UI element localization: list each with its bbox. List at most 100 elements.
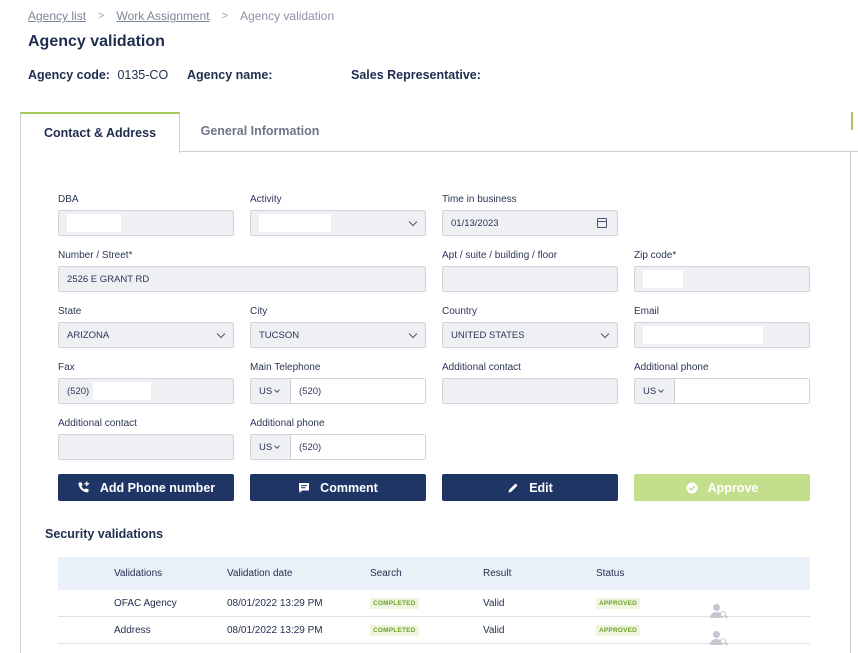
additional-phone-input[interactable]: US [634, 378, 810, 404]
approve-button[interactable]: Approve [634, 474, 810, 501]
panel-border [20, 152, 21, 653]
street-input[interactable]: 2526 E GRANT RD [58, 266, 426, 292]
redacted-value [643, 270, 683, 288]
add-phone-number-button[interactable]: Add Phone number [58, 474, 234, 501]
additional-phone-field: Additional phone US (520) [250, 418, 426, 460]
street-label: Number / Street* [58, 250, 133, 261]
fax-value: (520) [67, 385, 90, 397]
comment-button[interactable]: Comment [250, 474, 426, 501]
add-phone-number-label: Add Phone number [99, 480, 216, 495]
apt-input[interactable] [442, 266, 618, 292]
status-badge: APPROVED [596, 625, 641, 636]
sales-representative-label: Sales Representative: [351, 68, 481, 82]
search-status-badge: COMPLETED [370, 625, 419, 636]
breadcrumb-work-assignment[interactable]: Work Assignment [116, 9, 209, 23]
email-field: Email [634, 306, 810, 348]
column-header: Result [483, 568, 512, 579]
activity-field: Activity [250, 194, 426, 236]
city-select[interactable]: TUCSON [250, 322, 426, 348]
panel-border [850, 152, 851, 653]
email-input[interactable] [634, 322, 810, 348]
phone-add-icon [77, 481, 90, 494]
pencil-icon [507, 482, 519, 494]
column-header: Status [596, 568, 625, 579]
activity-select[interactable] [250, 210, 426, 236]
check-circle-icon [686, 482, 698, 494]
phone-number: (520) [291, 435, 425, 459]
agency-name: Agency name: [187, 68, 272, 82]
validation-name: Address [114, 624, 151, 636]
apt-label: Apt / suite / building / floor [442, 250, 558, 261]
zip-label: Zip code* [634, 250, 677, 261]
email-label: Email [634, 306, 660, 317]
country-select[interactable]: UNITED STATES [442, 322, 618, 348]
country-code-select[interactable]: US [635, 379, 675, 403]
country-value: UNITED STATES [451, 329, 525, 341]
time-in-business-label: Time in business [442, 194, 517, 205]
tab-general-information[interactable]: General Information [180, 112, 340, 151]
time-in-business-input[interactable]: 01/13/2023 [442, 210, 618, 236]
redacted-value [67, 214, 121, 232]
country-code-select[interactable]: US [251, 435, 291, 459]
country-code-select[interactable]: US [251, 379, 291, 403]
main-telephone-input[interactable]: US (520) [250, 378, 426, 404]
table-row: Address 08/01/2022 13:29 PM COMPLETED Va… [58, 617, 810, 646]
state-select[interactable]: ARIZONA [58, 322, 234, 348]
additional-contact-input[interactable] [442, 378, 618, 404]
tab-contact-address[interactable]: Contact & Address [20, 112, 180, 153]
country-code-value: US [259, 385, 273, 397]
street-value: 2526 E GRANT RD [67, 273, 150, 285]
security-validations-table: Validations Validation date Search Resul… [58, 557, 810, 646]
additional-contact-input[interactable] [58, 434, 234, 460]
dba-field: DBA [58, 194, 234, 236]
security-validations-title: Security validations [45, 527, 164, 541]
table-row: OFAC Agency 08/01/2022 13:29 PM COMPLETE… [58, 590, 810, 619]
country-code-value: US [643, 385, 657, 397]
tabs-divider [180, 151, 858, 152]
breadcrumb-separator: > [98, 10, 105, 22]
country-label: Country [442, 306, 478, 317]
page-title: Agency validation [28, 33, 165, 50]
zip-input[interactable] [634, 266, 810, 292]
additional-contact-label: Additional contact [58, 418, 137, 429]
city-field: City TUCSON [250, 306, 426, 348]
fax-label: Fax [58, 362, 75, 373]
additional-phone-label: Additional phone [250, 418, 325, 429]
chevron-down-icon [274, 386, 281, 393]
validation-result: Valid [483, 624, 505, 636]
additional-phone-field: Additional phone US [634, 362, 810, 404]
additional-phone-label: Additional phone [634, 362, 709, 373]
comment-icon [298, 482, 310, 494]
zip-field: Zip code* [634, 250, 810, 292]
table-header: Validations Validation date Search Resul… [58, 557, 810, 590]
calendar-icon[interactable] [597, 218, 607, 228]
panel-accent [851, 112, 853, 130]
chevron-down-icon [408, 329, 418, 339]
main-telephone-label: Main Telephone [250, 362, 321, 373]
phone-number: (520) [291, 379, 425, 403]
additional-phone-input[interactable]: US (520) [250, 434, 426, 460]
redacted-value [325, 382, 386, 400]
agency-code: Agency code: 0135-CO [28, 68, 168, 82]
redacted-value [93, 382, 152, 400]
dba-input[interactable] [58, 210, 234, 236]
edit-button[interactable]: Edit [442, 474, 618, 501]
validation-result: Valid [483, 597, 505, 609]
additional-contact-field: Additional contact [58, 418, 234, 460]
column-header: Validations [114, 568, 163, 579]
validation-name: OFAC Agency [114, 597, 177, 609]
time-in-business-value: 01/13/2023 [451, 217, 499, 229]
edit-label: Edit [529, 480, 553, 495]
column-header: Validation date [227, 568, 293, 579]
phone-number-value: (520) [299, 385, 322, 397]
breadcrumb-agency-list[interactable]: Agency list [28, 9, 86, 23]
phone-number [675, 379, 809, 403]
apt-field: Apt / suite / building / floor [442, 250, 618, 292]
fax-input[interactable]: (520) [58, 378, 234, 404]
activity-label: Activity [250, 194, 282, 205]
time-in-business-field: Time in business 01/13/2023 [442, 194, 618, 236]
chevron-down-icon [408, 217, 418, 227]
comment-label: Comment [320, 480, 378, 495]
column-header: Search [370, 568, 402, 579]
additional-contact-label: Additional contact [442, 362, 521, 373]
